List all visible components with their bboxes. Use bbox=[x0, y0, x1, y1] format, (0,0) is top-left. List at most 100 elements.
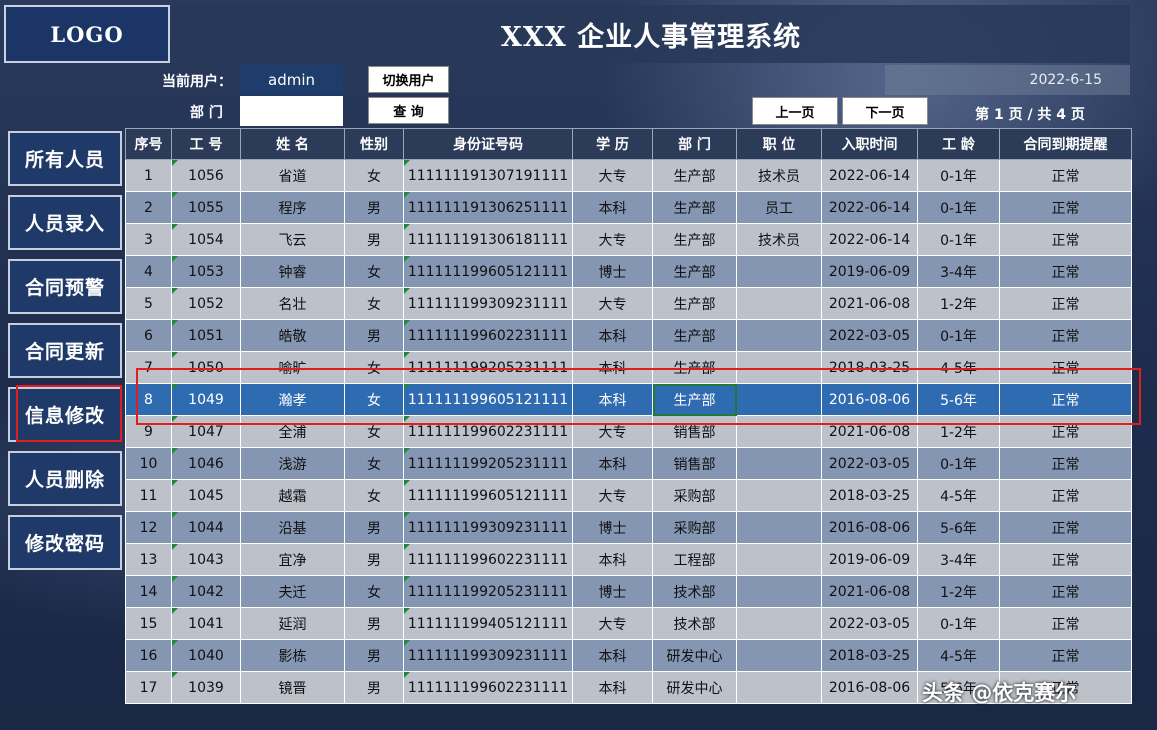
cell-employee-id[interactable]: 1049 bbox=[171, 383, 241, 416]
cell-name[interactable]: 越霜 bbox=[240, 479, 345, 512]
cell-employee-id[interactable]: 1052 bbox=[171, 287, 241, 320]
cell-seniority[interactable]: 0-1年 bbox=[917, 607, 1000, 640]
cell-gender[interactable]: 女 bbox=[344, 415, 404, 448]
cell-id-number[interactable]: 111111199605121111 bbox=[403, 383, 573, 416]
query-button[interactable]: 查 询 bbox=[368, 97, 449, 124]
cell-hire-date[interactable]: 2022-03-05 bbox=[821, 607, 918, 640]
cell-education[interactable]: 博士 bbox=[572, 575, 653, 608]
cell-department[interactable]: 生产部 bbox=[652, 191, 737, 224]
cell-employee-id[interactable]: 1054 bbox=[171, 223, 241, 256]
cell-gender[interactable]: 男 bbox=[344, 223, 404, 256]
cell-id-number[interactable]: 111111199605121111 bbox=[403, 255, 573, 288]
cell-contract-reminder[interactable]: 正常 bbox=[999, 255, 1132, 288]
cell-name[interactable]: 皓敬 bbox=[240, 319, 345, 352]
cell-name[interactable]: 瀚孝 bbox=[240, 383, 345, 416]
cell-seniority[interactable]: 5-6年 bbox=[917, 383, 1000, 416]
cell-gender[interactable]: 男 bbox=[344, 607, 404, 640]
cell-position[interactable] bbox=[736, 639, 822, 672]
cell-employee-id[interactable]: 1042 bbox=[171, 575, 241, 608]
cell-education[interactable]: 博士 bbox=[572, 255, 653, 288]
cell-department[interactable]: 工程部 bbox=[652, 543, 737, 576]
cell-contract-reminder[interactable]: 正常 bbox=[999, 159, 1132, 192]
table-row[interactable]: 16 1040 影栋男 111111199309231111 本科 研发中心 2018-03… bbox=[125, 639, 1132, 672]
cell-department[interactable]: 生产部 bbox=[652, 383, 737, 416]
cell-contract-reminder[interactable]: 正常 bbox=[999, 543, 1132, 576]
cell-index[interactable]: 11 bbox=[125, 479, 172, 512]
cell-seniority[interactable]: 3-4年 bbox=[917, 543, 1000, 576]
cell-seniority[interactable]: 0-1年 bbox=[917, 447, 1000, 480]
table-row[interactable]: 9 1047 全浦女 111111199602231111 大专 销售部 2021-06-0… bbox=[125, 415, 1132, 448]
cell-employee-id[interactable]: 1056 bbox=[171, 159, 241, 192]
cell-seniority[interactable]: 4-5年 bbox=[917, 479, 1000, 512]
nav-contract-warning-button[interactable]: 合同预警 bbox=[8, 259, 122, 314]
table-row[interactable]: 4 1053 钟睿女 111111199605121111 博士 生产部 2019-06-0… bbox=[125, 255, 1132, 288]
cell-name[interactable]: 沿基 bbox=[240, 511, 345, 544]
cell-position[interactable] bbox=[736, 415, 822, 448]
cell-id-number[interactable]: 111111199309231111 bbox=[403, 287, 573, 320]
cell-index[interactable]: 10 bbox=[125, 447, 172, 480]
table-row[interactable]: 11 1045 越霜女 111111199605121111 大专 采购部 2018-03-… bbox=[125, 479, 1132, 512]
cell-index[interactable]: 12 bbox=[125, 511, 172, 544]
cell-index[interactable]: 9 bbox=[125, 415, 172, 448]
cell-index[interactable]: 16 bbox=[125, 639, 172, 672]
cell-name[interactable]: 影栋 bbox=[240, 639, 345, 672]
nav-contract-renew-button[interactable]: 合同更新 bbox=[8, 323, 122, 378]
cell-id-number[interactable]: 111111199405121111 bbox=[403, 607, 573, 640]
cell-employee-id[interactable]: 1039 bbox=[171, 671, 241, 704]
table-row[interactable]: 13 1043 宜净男 111111199602231111 本科 工程部 2019-06-… bbox=[125, 543, 1132, 576]
cell-department[interactable]: 生产部 bbox=[652, 223, 737, 256]
cell-seniority[interactable]: 1-2年 bbox=[917, 287, 1000, 320]
cell-department[interactable]: 销售部 bbox=[652, 415, 737, 448]
cell-name[interactable]: 名壮 bbox=[240, 287, 345, 320]
cell-id-number[interactable]: 111111199205231111 bbox=[403, 447, 573, 480]
cell-seniority[interactable]: 3-4年 bbox=[917, 255, 1000, 288]
nav-all-staff-button[interactable]: 所有人员 bbox=[8, 131, 122, 186]
table-row[interactable]: 12 1044 沿基男 111111199309231111 博士 采购部 2016-08-… bbox=[125, 511, 1132, 544]
cell-employee-id[interactable]: 1043 bbox=[171, 543, 241, 576]
cell-employee-id[interactable]: 1055 bbox=[171, 191, 241, 224]
cell-employee-id[interactable]: 1053 bbox=[171, 255, 241, 288]
cell-name[interactable]: 全浦 bbox=[240, 415, 345, 448]
cell-index[interactable]: 7 bbox=[125, 351, 172, 384]
cell-id-number[interactable]: 111111199602231111 bbox=[403, 671, 573, 704]
cell-education[interactable]: 本科 bbox=[572, 351, 653, 384]
cell-seniority[interactable]: 0-1年 bbox=[917, 191, 1000, 224]
cell-index[interactable]: 2 bbox=[125, 191, 172, 224]
cell-id-number[interactable]: 111111199309231111 bbox=[403, 639, 573, 672]
cell-department[interactable]: 研发中心 bbox=[652, 639, 737, 672]
cell-id-number[interactable]: 111111199602231111 bbox=[403, 415, 573, 448]
nav-change-password-button[interactable]: 修改密码 bbox=[8, 515, 122, 570]
cell-contract-reminder[interactable]: 正常 bbox=[999, 479, 1132, 512]
cell-name[interactable]: 程序 bbox=[240, 191, 345, 224]
cell-hire-date[interactable]: 2022-03-05 bbox=[821, 447, 918, 480]
cell-position[interactable] bbox=[736, 287, 822, 320]
table-row[interactable]: 14 1042 夫迁女 111111199205231111 博士 技术部 2021-06-… bbox=[125, 575, 1132, 608]
cell-education[interactable]: 大专 bbox=[572, 479, 653, 512]
cell-id-number[interactable]: 111111199205231111 bbox=[403, 351, 573, 384]
cell-gender[interactable]: 男 bbox=[344, 319, 404, 352]
cell-contract-reminder[interactable]: 正常 bbox=[999, 191, 1132, 224]
cell-education[interactable]: 本科 bbox=[572, 191, 653, 224]
cell-index[interactable]: 1 bbox=[125, 159, 172, 192]
cell-hire-date[interactable]: 2016-08-06 bbox=[821, 511, 918, 544]
cell-education[interactable]: 本科 bbox=[572, 447, 653, 480]
cell-position[interactable] bbox=[736, 575, 822, 608]
cell-contract-reminder[interactable]: 正常 bbox=[999, 607, 1132, 640]
cell-name[interactable]: 镜晋 bbox=[240, 671, 345, 704]
cell-position[interactable] bbox=[736, 479, 822, 512]
cell-department[interactable]: 生产部 bbox=[652, 287, 737, 320]
nav-staff-delete-button[interactable]: 人员删除 bbox=[8, 451, 122, 506]
table-row[interactable]: 2 1055 程序男 111111191306251111 本科 生产部 员工 2022-06… bbox=[125, 191, 1132, 224]
cell-contract-reminder[interactable]: 正常 bbox=[999, 447, 1132, 480]
cell-department[interactable]: 生产部 bbox=[652, 351, 737, 384]
cell-education[interactable]: 大专 bbox=[572, 159, 653, 192]
cell-education[interactable]: 博士 bbox=[572, 511, 653, 544]
cell-hire-date[interactable]: 2022-06-14 bbox=[821, 223, 918, 256]
cell-employee-id[interactable]: 1045 bbox=[171, 479, 241, 512]
cell-hire-date[interactable]: 2019-06-09 bbox=[821, 255, 918, 288]
cell-hire-date[interactable]: 2022-06-14 bbox=[821, 191, 918, 224]
cell-gender[interactable]: 男 bbox=[344, 543, 404, 576]
cell-employee-id[interactable]: 1044 bbox=[171, 511, 241, 544]
cell-index[interactable]: 8 bbox=[125, 383, 172, 416]
cell-hire-date[interactable]: 2016-08-06 bbox=[821, 383, 918, 416]
